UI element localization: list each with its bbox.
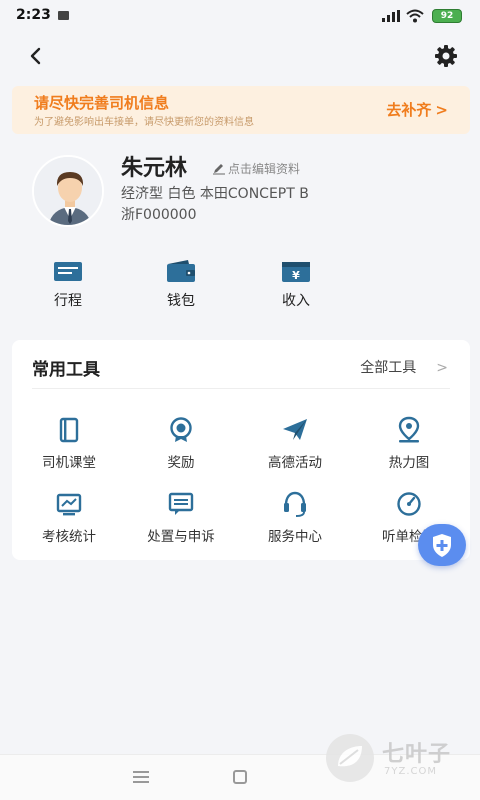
complete-info-banner[interactable]: 请尽快完善司机信息 为了避免影响出车接单，请尽快更新您的资料信息 去补齐 > (12, 86, 470, 134)
headset-icon (284, 491, 306, 517)
message-notification-icon (58, 11, 69, 20)
avatar[interactable] (32, 155, 104, 227)
quick-action-wallet[interactable]: 钱包 (141, 258, 221, 310)
quick-action-income[interactable]: ¥ 收入 (256, 258, 336, 310)
driver-name: 朱元林 (121, 156, 188, 181)
tool-label: 热力图 (388, 455, 430, 471)
driver-avatar-icon (34, 157, 102, 225)
gauge-icon (397, 492, 421, 516)
trip-icon (54, 262, 82, 281)
banner-title: 请尽快完善司机信息 (34, 94, 170, 112)
tool-assessment-stats[interactable]: 考核统计 (14, 490, 124, 545)
paper-plane-icon (283, 419, 307, 440)
svg-text:¥: ¥ (292, 269, 300, 282)
divider (32, 388, 450, 389)
watermark-text: 七叶子 (382, 742, 452, 767)
tool-label: 服务中心 (268, 529, 322, 545)
edit-profile-label: 点击编辑资料 (228, 162, 301, 176)
watermark-subtext: 7YZ.COM (384, 766, 437, 777)
all-tools-label: 全部工具 (360, 360, 417, 376)
chevron-right-icon: > (435, 101, 448, 119)
income-icon: ¥ (282, 262, 310, 282)
home-button[interactable] (233, 770, 247, 784)
tool-label: 考核统计 (42, 529, 96, 545)
banner-action-label: 去补齐 (386, 101, 432, 119)
car-info: 经济型 白色 本田CONCEPT B (121, 186, 309, 202)
license-plate: 浙F000000 (121, 207, 197, 223)
watermark: 七叶子 7YZ.COM (322, 730, 472, 790)
tool-driver-class[interactable]: 司机课堂 (14, 416, 124, 471)
tool-label: 处置与申诉 (147, 529, 215, 545)
complete-info-link[interactable]: 去补齐 > (386, 99, 448, 120)
gear-icon[interactable] (432, 42, 460, 70)
medal-icon (170, 417, 192, 442)
quick-action-label: 钱包 (167, 293, 195, 309)
pencil-icon (213, 164, 225, 175)
tool-service-center[interactable]: 服务中心 (240, 490, 350, 545)
map-pin-icon (398, 416, 420, 443)
tool-amap-activity[interactable]: 高德活动 (240, 416, 350, 471)
chevron-right-icon: > (436, 360, 448, 376)
edit-profile-link[interactable]: 点击编辑资料 (212, 160, 300, 177)
quick-action-label: 行程 (54, 293, 82, 309)
back-arrow-icon[interactable] (22, 42, 50, 70)
leaf-logo-icon (326, 734, 374, 782)
common-tools-card: 常用工具 全部工具 > 司机课堂 奖励 高德活动 热力图 考核统计 处置与申诉 … (12, 340, 470, 560)
tool-rewards[interactable]: 奖励 (126, 416, 236, 471)
tools-section-title: 常用工具 (32, 360, 100, 380)
quick-action-label: 收入 (282, 293, 310, 309)
message-icon (168, 492, 194, 515)
status-bar: 2:23 92 (0, 0, 480, 32)
wallet-icon (167, 260, 195, 282)
wifi-icon (406, 9, 424, 23)
banner-subtitle: 为了避免影响出车接单，请尽快更新您的资料信息 (34, 117, 254, 128)
safety-shield-button[interactable] (418, 524, 466, 566)
signal-icon (382, 10, 400, 22)
tool-heatmap[interactable]: 热力图 (354, 416, 464, 471)
all-tools-link[interactable]: 全部工具 > (360, 357, 448, 377)
tool-label: 奖励 (167, 455, 195, 471)
quick-action-trip[interactable]: 行程 (28, 258, 108, 310)
battery-icon: 92 (432, 9, 462, 23)
tool-label: 高德活动 (268, 455, 322, 471)
menu-icon[interactable] (133, 771, 149, 783)
tool-label: 司机课堂 (42, 455, 96, 471)
shield-plus-icon (433, 534, 451, 557)
status-time: 2:23 (16, 7, 51, 23)
tool-appeal[interactable]: 处置与申诉 (126, 490, 236, 545)
book-icon (59, 417, 79, 443)
chart-icon (56, 493, 82, 516)
